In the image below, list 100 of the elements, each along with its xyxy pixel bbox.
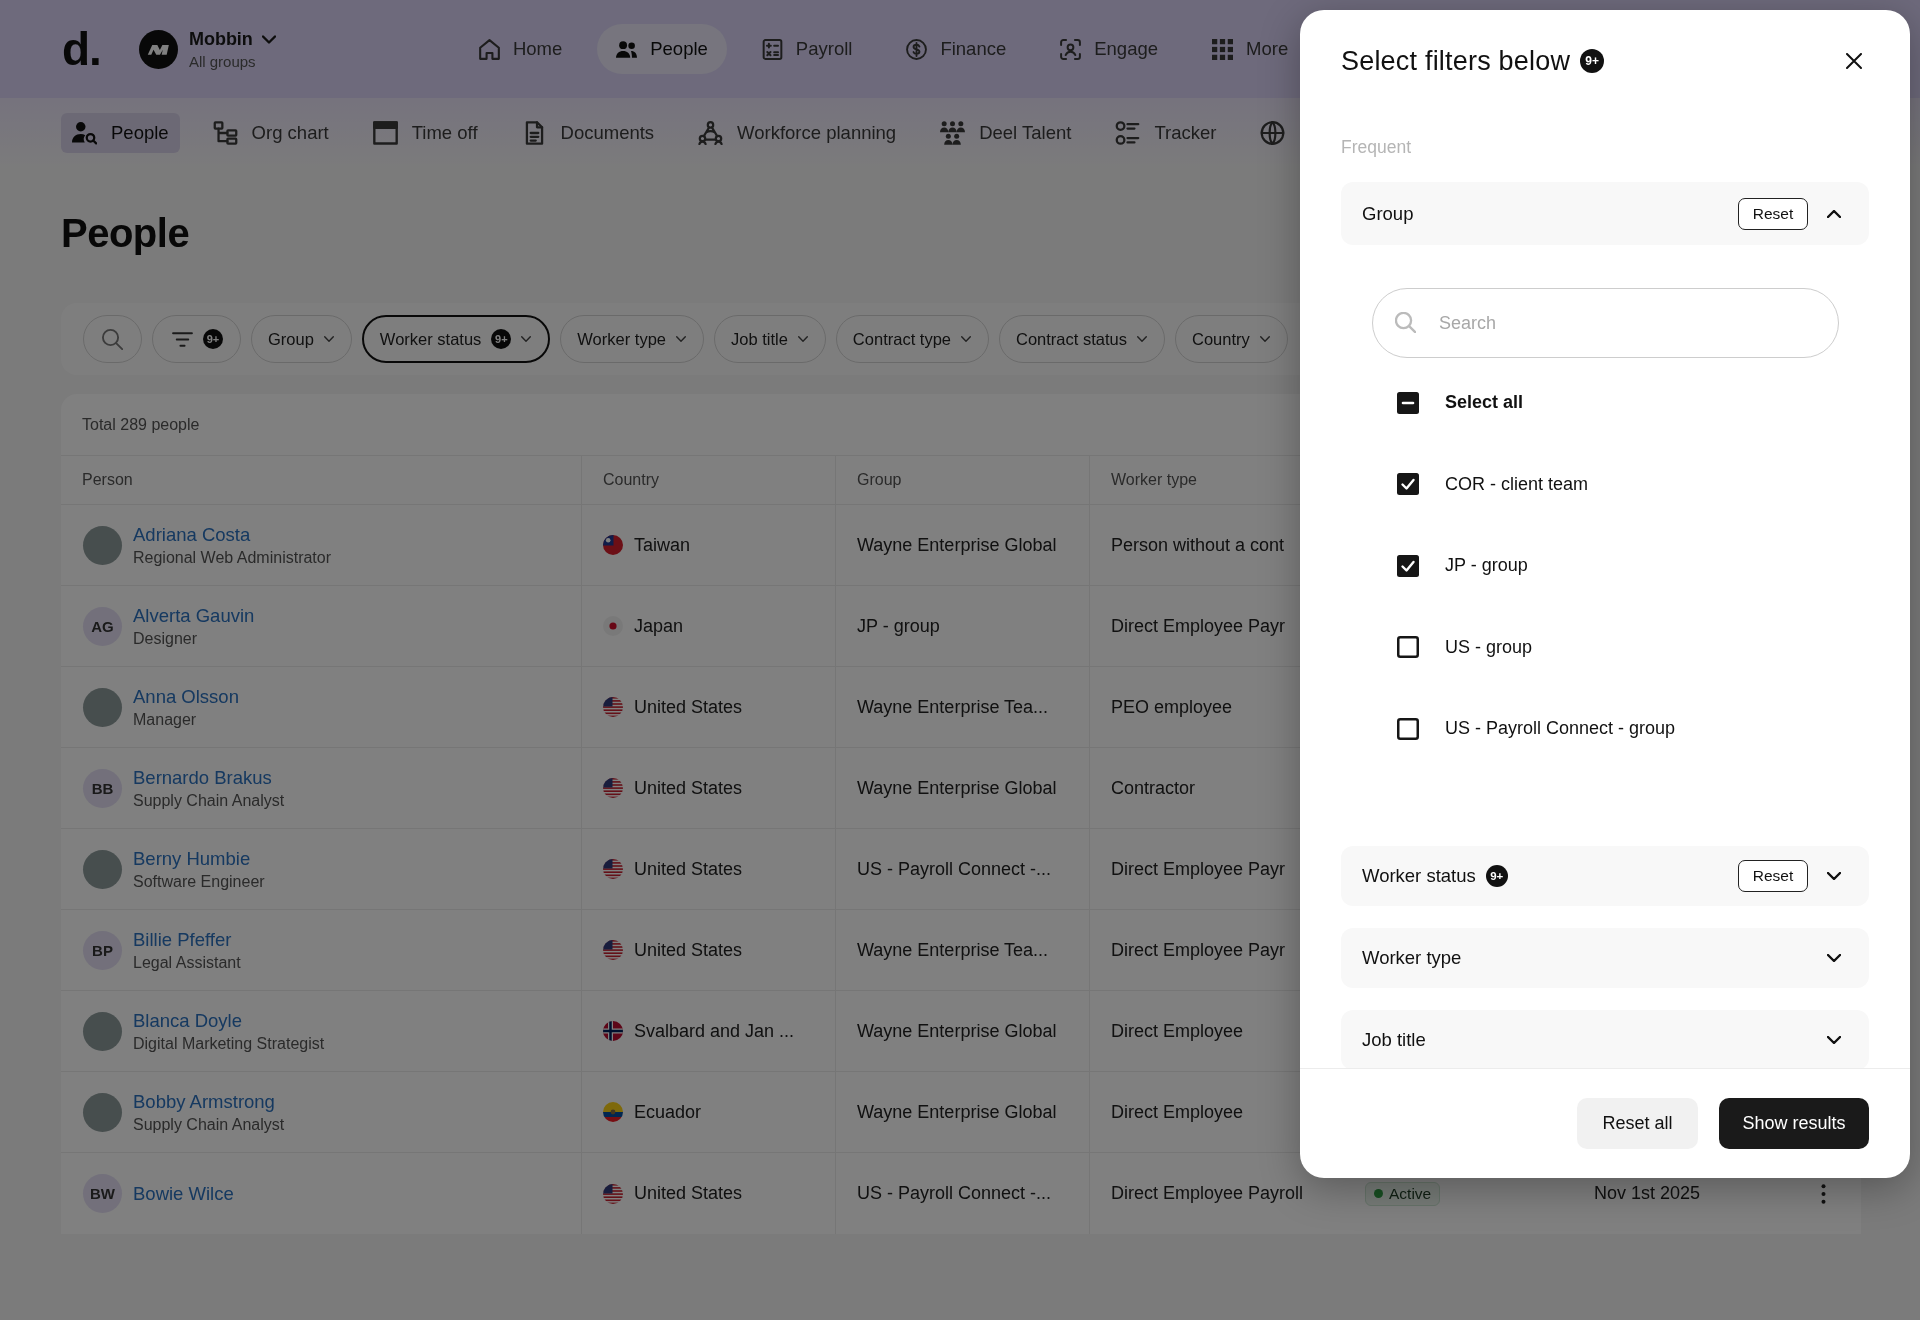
person-name[interactable]: Bernardo Brakus xyxy=(133,766,285,789)
reset-button[interactable]: Reset xyxy=(1738,860,1808,892)
flag-icon xyxy=(603,940,623,960)
chevron-down-icon[interactable] xyxy=(1827,1036,1841,1044)
subnav-tab[interactable]: Time off xyxy=(361,113,489,153)
count-badge: 9+ xyxy=(203,329,223,349)
country-name: United States xyxy=(634,858,743,880)
nav-tab[interactable]: Engage xyxy=(1041,24,1178,74)
column-header: Country xyxy=(603,471,660,489)
checkbox[interactable] xyxy=(1397,473,1419,496)
chevron-up-icon[interactable] xyxy=(1827,209,1841,218)
country-name: Japan xyxy=(634,615,684,637)
section-title: Worker type xyxy=(1362,947,1462,969)
group-name: Wayne Enterprise Tea... xyxy=(857,696,1049,718)
nav-tab[interactable]: Finance xyxy=(887,24,1026,74)
job-title: Software Engineer xyxy=(133,872,265,891)
more-icon[interactable] xyxy=(1821,1183,1826,1204)
subnav-tab[interactable]: Documents xyxy=(510,113,666,153)
search-icon xyxy=(102,328,123,350)
group-name: JP - group xyxy=(857,615,940,637)
worker-type: Direct Employee xyxy=(1111,1020,1244,1042)
checkbox[interactable] xyxy=(1397,554,1419,577)
person-name[interactable]: Blanca Doyle xyxy=(133,1009,325,1032)
section-title: Worker status xyxy=(1362,865,1476,887)
subnav-tab[interactable]: Org chart xyxy=(201,113,340,153)
country-name: Ecuador xyxy=(634,1101,702,1123)
worker-type: Direct Employee Payr xyxy=(1111,615,1286,637)
chevron-down-icon[interactable] xyxy=(1827,872,1841,880)
person-name[interactable]: Bobby Armstrong xyxy=(133,1090,285,1113)
country-name: United States xyxy=(634,939,743,961)
dollar-icon xyxy=(906,38,928,60)
chevron-down-icon[interactable] xyxy=(1827,954,1841,962)
search-field[interactable]: Search xyxy=(1372,288,1839,358)
job-title: Supply Chain Analyst xyxy=(133,1115,285,1134)
status-dot-icon xyxy=(1374,1189,1383,1198)
section-title: Group xyxy=(1362,202,1414,225)
option-label: Select all xyxy=(1445,392,1524,414)
subnav-tab[interactable]: People xyxy=(61,113,180,153)
person-search-icon xyxy=(72,121,97,145)
nav-tab[interactable]: Home xyxy=(459,24,582,74)
subnav-tab[interactable]: Workforce planning xyxy=(687,113,908,153)
filter-chip[interactable]: Worker status 9+ xyxy=(361,315,551,363)
group-name: US - Payroll Connect -... xyxy=(857,858,1052,880)
count-badge: 9+ xyxy=(491,329,512,349)
chevron-down-icon xyxy=(323,336,334,342)
person-name[interactable]: Alverta Gauvin xyxy=(133,604,255,627)
filter-section-header[interactable]: Worker status 9+ Reset xyxy=(1341,846,1869,906)
reset-button[interactable]: Reset xyxy=(1738,197,1808,230)
column-header: Worker type xyxy=(1111,471,1197,489)
group-name: Wayne Enterprise Global xyxy=(857,534,1057,556)
flag-icon xyxy=(603,697,623,717)
close-icon[interactable] xyxy=(1846,53,1862,69)
person-name[interactable]: Adriana Costa xyxy=(133,523,332,546)
worker-type: Direct Employee xyxy=(1111,1101,1244,1123)
group-name: Wayne Enterprise Global xyxy=(857,1101,1057,1123)
option-label: COR - client team xyxy=(1445,473,1589,495)
checkbox[interactable] xyxy=(1397,717,1419,740)
chevron-down-icon xyxy=(1136,336,1147,342)
subnav-tab[interactable]: Deel Talent xyxy=(929,113,1083,153)
status-label: Active xyxy=(1389,1184,1432,1203)
group-name: Wayne Enterprise Tea... xyxy=(857,939,1049,961)
filter-section-header[interactable]: Job title xyxy=(1341,1010,1869,1068)
nav-tab[interactable]: Payroll xyxy=(742,24,872,74)
start-date: Nov 1st 2025 xyxy=(1594,1183,1701,1204)
avatar-image xyxy=(83,849,122,889)
country-name: United States xyxy=(634,696,743,718)
flag-icon xyxy=(603,1102,623,1122)
filter-section-header[interactable]: Worker type xyxy=(1341,928,1869,988)
initials-avatar: BB xyxy=(83,768,122,808)
person-name[interactable]: Billie Pfeffer xyxy=(133,928,241,951)
person-name[interactable]: Bowie Wilce xyxy=(133,1182,234,1205)
job-title: Manager xyxy=(133,710,198,729)
nav-tab[interactable]: People xyxy=(597,24,727,74)
filter-section-header[interactable]: Group Reset xyxy=(1341,182,1869,245)
checklist-icon xyxy=(1115,121,1141,145)
group-name: Wayne Enterprise Global xyxy=(857,1020,1057,1042)
workspace-logo-icon xyxy=(138,29,178,69)
panel-title: Select filters below xyxy=(1341,45,1571,77)
workspace-name[interactable]: Mobbin xyxy=(188,28,253,50)
column-header: Person xyxy=(82,471,133,489)
person-name[interactable]: Berny Humbie xyxy=(133,847,265,870)
avatar-image xyxy=(83,525,122,565)
worker-type: PEO employee xyxy=(1111,696,1233,718)
logo[interactable]: d. xyxy=(62,25,101,73)
worker-type: Direct Employee Payroll xyxy=(1111,1183,1304,1204)
flag-icon xyxy=(603,1183,623,1204)
checkbox[interactable] xyxy=(1397,636,1419,659)
worker-type: Direct Employee Payr xyxy=(1111,858,1286,880)
avatar-image xyxy=(83,1092,122,1132)
person-name[interactable]: Anna Olsson xyxy=(133,685,239,708)
subnav-tab[interactable]: Tracker xyxy=(1104,113,1228,153)
show-results-button[interactable]: Show results xyxy=(1719,1098,1869,1149)
flag-icon xyxy=(603,535,623,555)
reset-all-button[interactable]: Reset all xyxy=(1577,1098,1698,1149)
chevron-down-icon xyxy=(1259,336,1270,342)
home-icon xyxy=(478,38,500,60)
filter-icon xyxy=(172,331,193,347)
flag-icon xyxy=(603,1021,623,1041)
checkbox[interactable] xyxy=(1397,391,1419,414)
section-title: Job title xyxy=(1362,1029,1426,1051)
